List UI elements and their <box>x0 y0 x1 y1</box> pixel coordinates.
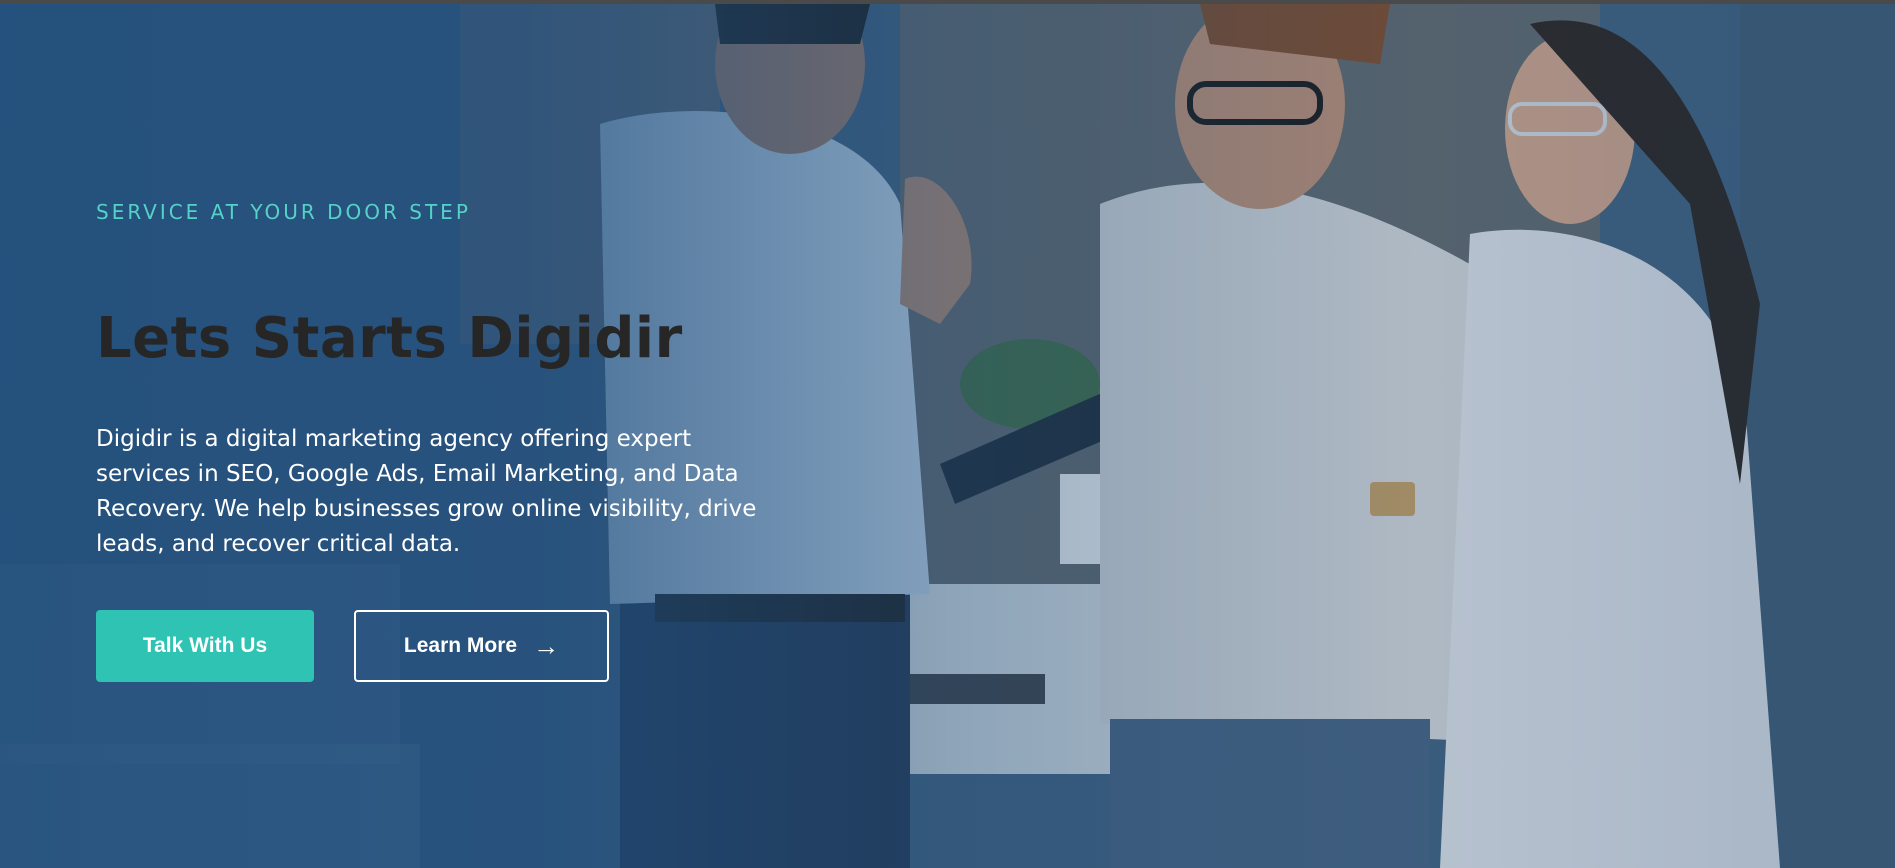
talk-with-us-button[interactable]: Talk With Us <box>96 610 314 682</box>
learn-more-button[interactable]: Learn More → <box>354 610 609 682</box>
hero-eyebrow: SERVICE AT YOUR DOOR STEP <box>96 200 471 224</box>
talk-with-us-label: Talk With Us <box>142 634 268 657</box>
hero-section: SERVICE AT YOUR DOOR STEP Lets Starts Di… <box>0 4 1895 868</box>
learn-more-label: Learn More <box>403 634 518 657</box>
hero-title: Lets Starts Digidir <box>96 306 683 371</box>
hero-description: Digidir is a digital marketing agency of… <box>96 426 757 557</box>
arrow-right-icon: → <box>533 631 560 661</box>
